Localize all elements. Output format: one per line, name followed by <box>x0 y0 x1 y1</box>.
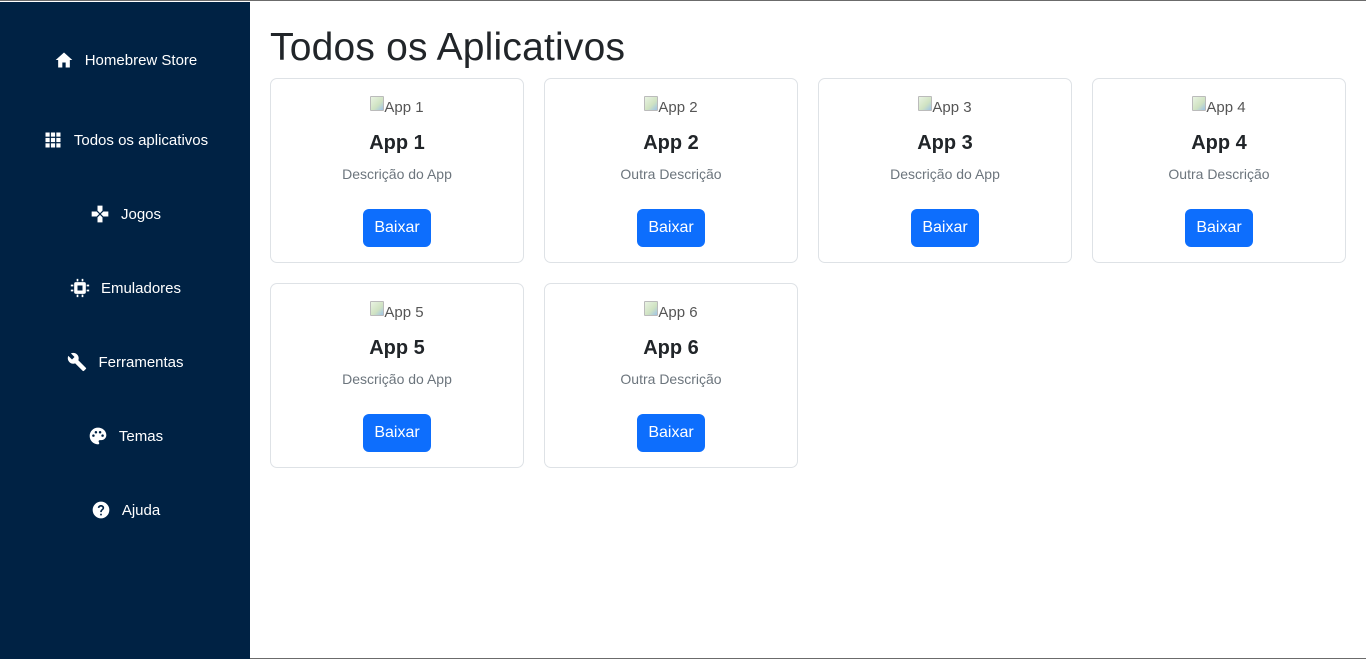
app-image: App 4 <box>1093 96 1345 116</box>
sidebar-item-label: Emuladores <box>100 279 182 297</box>
broken-image-icon <box>644 96 659 111</box>
sidebar-item-label: Ferramentas <box>98 353 184 371</box>
sidebar-item-label: Homebrew Store <box>84 51 198 69</box>
download-button[interactable]: Baixar <box>363 209 431 247</box>
app-description: Descrição do App <box>890 166 1000 182</box>
sidebar-item-label: Temas <box>118 427 164 445</box>
app-description: Outra Descrição <box>620 371 722 387</box>
app-card: App 3 App 3 Descrição do App Baixar <box>818 78 1072 263</box>
grid-icon <box>42 129 64 151</box>
download-button[interactable]: Baixar <box>363 414 431 452</box>
app-description: Descrição do App <box>342 166 452 182</box>
app-description: Outra Descrição <box>1168 166 1270 182</box>
app-image: App 2 <box>545 96 797 116</box>
broken-image-icon <box>370 96 385 111</box>
sidebar-item-label: Jogos <box>120 205 162 223</box>
app-card: App 6 App 6 Outra Descrição Baixar <box>544 283 798 468</box>
app-image-alt-text: App 4 <box>1206 99 1246 116</box>
sidebar-item-label: Ajuda <box>121 501 161 519</box>
home-icon <box>53 49 75 71</box>
sidebar-item-ferramentas[interactable]: Ferramentas <box>0 342 250 382</box>
sidebar-item-ajuda[interactable]: Ajuda <box>0 490 250 530</box>
sidebar-item-todos-os-aplicativos[interactable]: Todos os aplicativos <box>0 120 250 160</box>
sidebar-item-emuladores[interactable]: Emuladores <box>0 268 250 308</box>
palette-icon <box>87 425 109 447</box>
broken-image-icon <box>370 301 385 316</box>
app-image-alt-text: App 2 <box>658 99 698 116</box>
sidebar: Homebrew Store Todos os aplicativos Jogo… <box>0 2 250 659</box>
download-button[interactable]: Baixar <box>1185 209 1253 247</box>
app-image: App 1 <box>271 96 523 116</box>
main-content: Todos os Aplicativos App 1 App 1 Descriç… <box>250 2 1366 659</box>
app-title: App 6 <box>643 337 699 359</box>
app-title: App 1 <box>369 132 425 154</box>
app-title: App 5 <box>369 337 425 359</box>
app-description: Outra Descrição <box>620 166 722 182</box>
sidebar-item-temas[interactable]: Temas <box>0 416 250 456</box>
app-description: Descrição do App <box>342 371 452 387</box>
sidebar-item-label: Todos os aplicativos <box>73 131 209 149</box>
app-title: App 4 <box>1191 132 1247 154</box>
page-title: Todos os Aplicativos <box>270 26 626 69</box>
app-card: App 1 App 1 Descrição do App Baixar <box>270 78 524 263</box>
broken-image-icon <box>918 96 933 111</box>
app-title: App 3 <box>917 132 973 154</box>
sidebar-item-homebrew-store[interactable]: Homebrew Store <box>0 40 250 80</box>
broken-image-icon <box>644 301 659 316</box>
wrench-icon <box>66 351 88 373</box>
broken-image-icon <box>1192 96 1207 111</box>
app-image-alt-text: App 1 <box>384 99 424 116</box>
app-title: App 2 <box>643 132 699 154</box>
download-button[interactable]: Baixar <box>637 209 705 247</box>
app-card: App 5 App 5 Descrição do App Baixar <box>270 283 524 468</box>
app-image: App 6 <box>545 301 797 321</box>
app-image-alt-text: App 3 <box>932 99 972 116</box>
app-image-alt-text: App 6 <box>658 304 698 321</box>
sidebar-item-jogos[interactable]: Jogos <box>0 194 250 234</box>
app-card: App 2 App 2 Outra Descrição Baixar <box>544 78 798 263</box>
download-button[interactable]: Baixar <box>637 414 705 452</box>
chip-icon <box>69 277 91 299</box>
app-image: App 3 <box>819 96 1071 116</box>
gamepad-icon <box>89 203 111 225</box>
download-button[interactable]: Baixar <box>911 209 979 247</box>
app-image: App 5 <box>271 301 523 321</box>
app-image-alt-text: App 5 <box>384 304 424 321</box>
app-card: App 4 App 4 Outra Descrição Baixar <box>1092 78 1346 263</box>
help-icon <box>90 499 112 521</box>
